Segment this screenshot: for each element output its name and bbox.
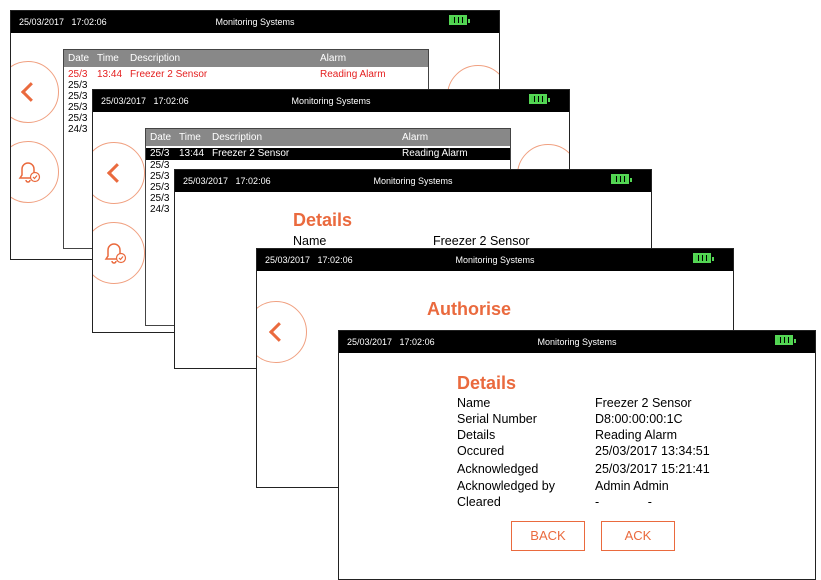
cell-date: 25/3 — [150, 160, 170, 171]
chevron-left-icon — [106, 163, 127, 183]
ack-button[interactable]: ACK — [601, 521, 675, 551]
field-value-serial: D8:00:00:00:1C — [595, 412, 683, 426]
alarm-ack-button[interactable] — [11, 141, 59, 203]
status-title: Monitoring Systems — [455, 255, 535, 265]
field-value-name: Freezer 2 Sensor — [595, 396, 692, 410]
authorise-heading: Authorise — [427, 299, 512, 319]
battery-icon — [775, 335, 796, 345]
table-header: Date Time Description Alarm — [146, 129, 510, 146]
col-date: Date — [150, 132, 172, 143]
cell-description: Freezer 2 Sensor — [212, 148, 290, 159]
field-label-cleared: Cleared — [457, 495, 501, 509]
col-alarm: Alarm — [320, 53, 347, 64]
chevron-left-icon — [20, 82, 41, 102]
col-time: Time — [179, 132, 201, 143]
status-title: Monitoring Systems — [215, 17, 295, 27]
table-row[interactable]: 25/3 13:44 Freezer 2 Sensor Reading Alar… — [64, 69, 428, 80]
cell-date: 25/3 — [68, 69, 88, 80]
cell-date: 24/3 — [68, 124, 88, 135]
status-bar: 25/03/2017 17:02:06 Monitoring Systems — [93, 90, 569, 112]
bell-check-icon — [104, 243, 127, 264]
chevron-left-icon — [268, 322, 289, 342]
back-arrow-button[interactable] — [93, 142, 145, 204]
field-value-cleared: - - — [595, 495, 652, 509]
cell-alarm: Reading Alarm — [320, 69, 386, 80]
field-label-acknowledged-by: Acknowledged by — [457, 479, 555, 493]
name-value: Freezer 2 Sensor — [433, 234, 530, 248]
col-alarm: Alarm — [402, 132, 429, 143]
cell-date: 25/3 — [68, 91, 88, 102]
details-heading: Details — [293, 210, 353, 230]
table-row-selected[interactable]: 25/3 13:44 Freezer 2 Sensor Reading Alar… — [146, 148, 510, 160]
field-value-acknowledged: 25/03/2017 15:21:41 — [595, 462, 710, 476]
cell-date: 25/3 — [150, 171, 170, 182]
details-heading: Details — [457, 373, 517, 393]
cell-description: Freezer 2 Sensor — [130, 69, 208, 80]
col-time: Time — [97, 53, 119, 64]
cell-time: 13:44 — [179, 148, 205, 159]
status-bar: 25/03/2017 17:02:06 Monitoring Systems — [11, 11, 499, 33]
cell-alarm: Reading Alarm — [402, 148, 468, 159]
field-label-name: Name — [457, 396, 491, 410]
field-label-occured: Occured — [457, 444, 505, 458]
col-date: Date — [68, 53, 90, 64]
cell-date: 25/3 — [150, 193, 170, 204]
status-title: Monitoring Systems — [291, 96, 371, 106]
battery-icon — [693, 253, 714, 263]
cell-date: 25/3 — [68, 80, 88, 91]
table-header: Date Time Description Alarm — [64, 50, 428, 67]
cell-date: 25/3 — [150, 182, 170, 193]
name-label: Name — [293, 234, 327, 248]
status-title: Monitoring Systems — [373, 176, 453, 186]
field-value-acknowledged-by: Admin Admin — [595, 479, 669, 493]
cell-time: 13:44 — [97, 69, 123, 80]
cell-date: 25/3 — [150, 148, 170, 159]
bell-check-icon — [18, 162, 41, 183]
status-title: Monitoring Systems — [537, 337, 617, 347]
col-description: Description — [212, 132, 263, 143]
back-button[interactable]: BACK — [511, 521, 585, 551]
cell-date: 25/3 — [68, 113, 88, 124]
status-bar: 25/03/2017 17:02:06 Monitoring Systems — [175, 170, 651, 192]
status-bar: 25/03/2017 17:02:06 Monitoring Systems — [257, 249, 733, 271]
field-label-acknowledged: Acknowledged — [457, 462, 539, 476]
screen-alarm-details: 25/03/2017 17:02:06 Monitoring Systems D… — [338, 330, 816, 580]
col-description: Description — [130, 53, 181, 64]
cell-date: 25/3 — [68, 102, 88, 113]
back-arrow-button[interactable] — [257, 301, 307, 363]
status-bar: 25/03/2017 17:02:06 Monitoring Systems — [339, 331, 815, 353]
back-arrow-button[interactable] — [11, 61, 59, 123]
battery-icon — [449, 15, 470, 25]
field-label-details: Details — [457, 428, 496, 442]
battery-icon — [611, 174, 632, 184]
field-value-details: Reading Alarm — [595, 428, 677, 442]
alarm-ack-button[interactable] — [93, 222, 145, 284]
field-value-occured: 25/03/2017 13:34:51 — [595, 444, 710, 458]
cell-date: 24/3 — [150, 204, 170, 215]
field-label-serial: Serial Number — [457, 412, 537, 426]
battery-icon — [529, 94, 550, 104]
